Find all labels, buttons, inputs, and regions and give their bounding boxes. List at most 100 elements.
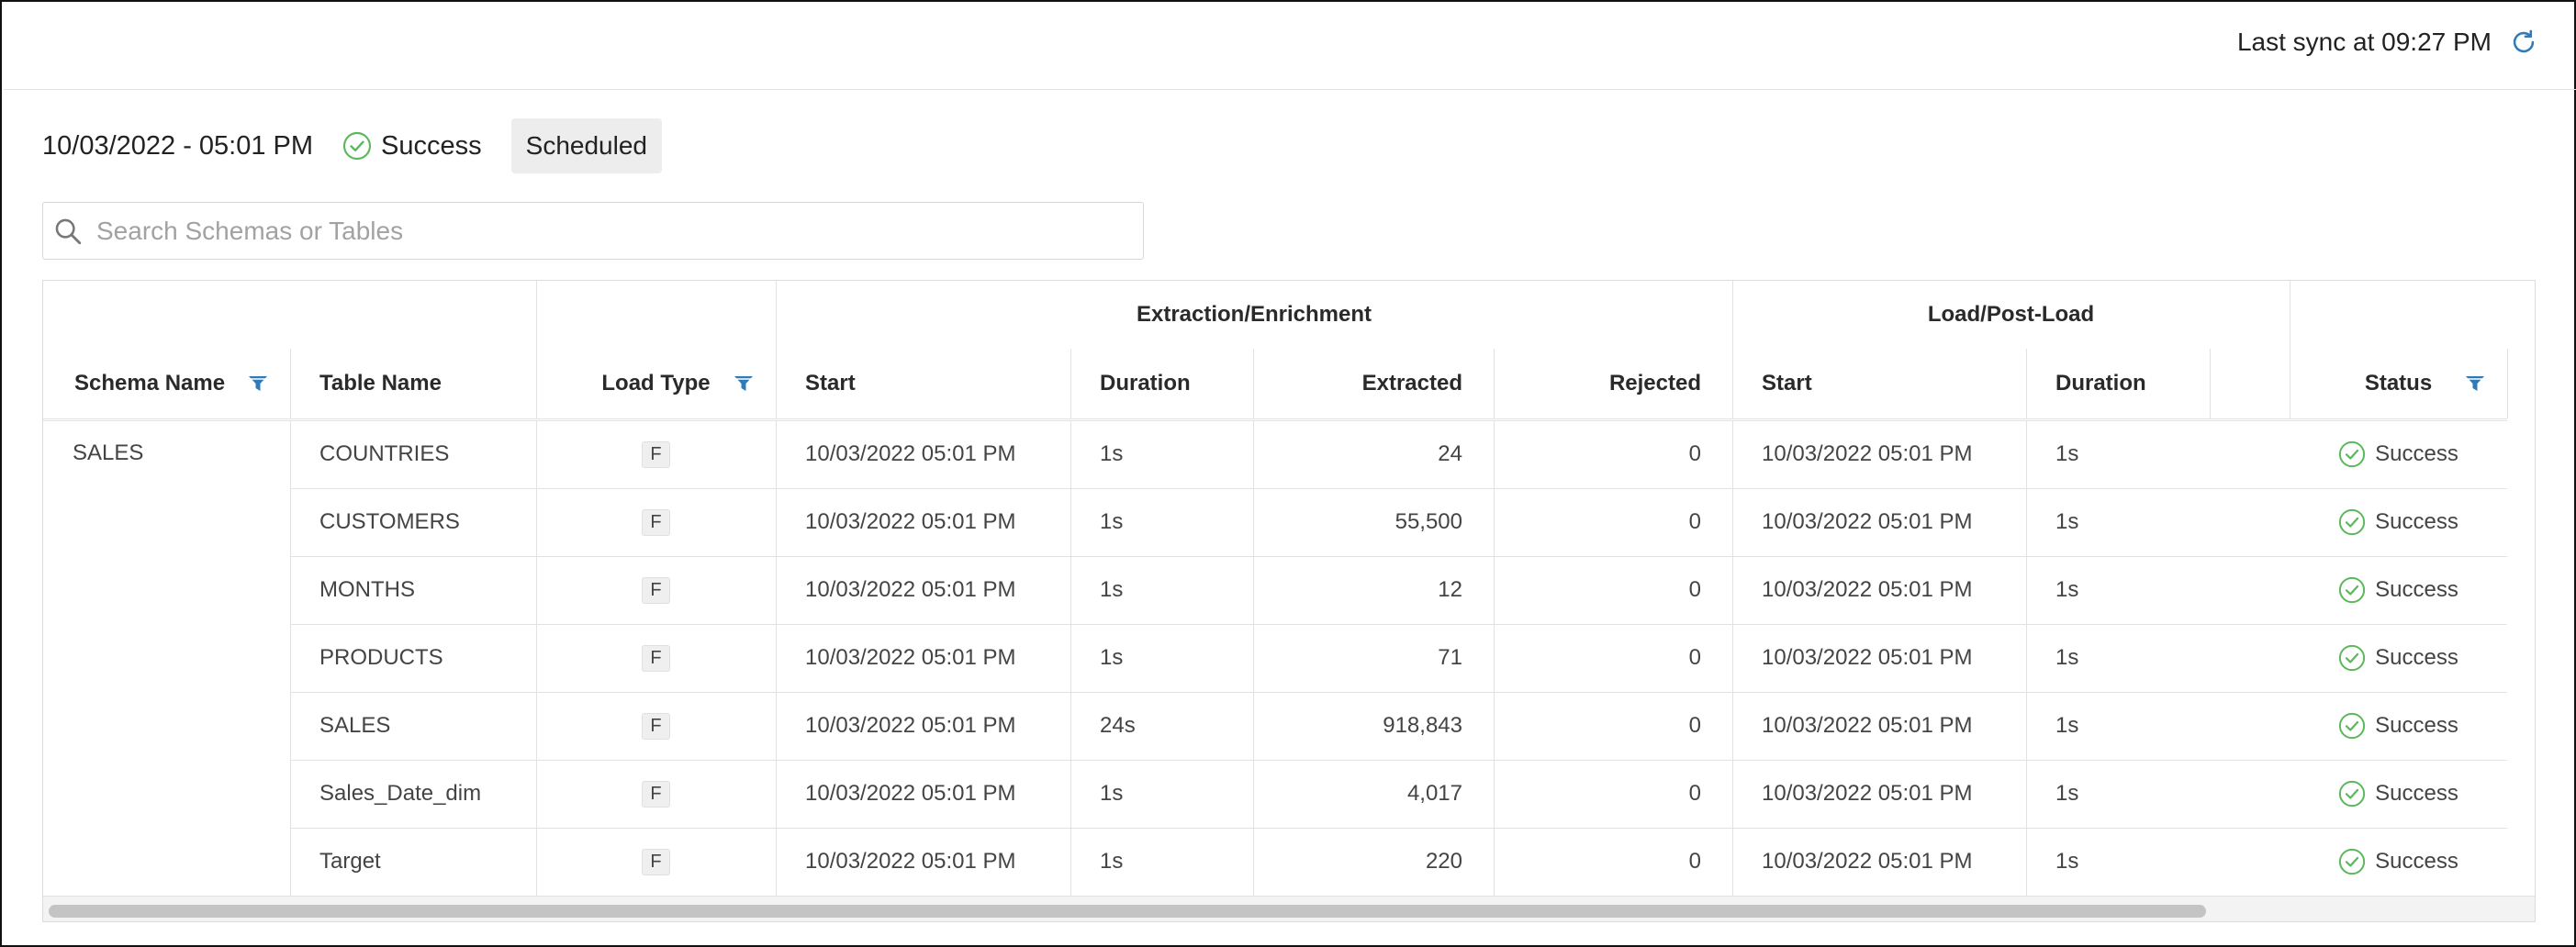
cell-load-duration: 1s bbox=[2026, 624, 2210, 692]
group-header-blank bbox=[2290, 281, 2507, 349]
cell-value: 0 bbox=[1688, 441, 1701, 466]
cell-table[interactable]: SALES bbox=[290, 692, 536, 760]
column-divider bbox=[290, 349, 291, 418]
group-header-extraction: Extraction/Enrichment bbox=[776, 281, 1732, 349]
column-divider bbox=[2210, 349, 2211, 418]
column-divider bbox=[536, 420, 537, 896]
cell-value: 10/03/2022 05:01 PM bbox=[1762, 509, 1973, 534]
cell-value: 0 bbox=[1688, 577, 1701, 602]
run-status: Success bbox=[342, 131, 482, 162]
cell-load-duration: 1s bbox=[2026, 556, 2210, 624]
column-divider bbox=[1494, 420, 1495, 896]
cell-ext-duration: 1s bbox=[1070, 420, 1253, 488]
cell-value: 1s bbox=[1100, 645, 1124, 670]
search-box[interactable] bbox=[42, 202, 1144, 260]
column-header-load-duration[interactable]: Duration bbox=[2026, 349, 2210, 418]
cell-value: 1s bbox=[1100, 577, 1124, 602]
cell-ext-duration: 1s bbox=[1070, 556, 1253, 624]
group-header-blank bbox=[536, 281, 776, 349]
column-header-ext-duration[interactable]: Duration bbox=[1070, 349, 1253, 418]
filter-icon[interactable] bbox=[248, 375, 268, 392]
cell-value: 1s bbox=[1100, 441, 1124, 466]
cell-value: 10/03/2022 05:01 PM bbox=[805, 713, 1016, 738]
cell-status: Success bbox=[2290, 760, 2507, 828]
cell-ext-start: 10/03/2022 05:01 PM bbox=[776, 828, 1070, 896]
cell-extracted: 220 bbox=[1253, 828, 1494, 896]
last-sync-text: Last sync at 09:27 PM bbox=[2236, 28, 2492, 56]
column-divider bbox=[2026, 420, 2027, 896]
cell-value: 1s bbox=[2055, 645, 2079, 670]
cell-ext-duration: 1s bbox=[1070, 828, 1253, 896]
cell-rejected: 0 bbox=[1494, 624, 1732, 692]
search-input[interactable] bbox=[96, 216, 1106, 246]
load-type-badge: F bbox=[642, 712, 670, 740]
status-label: Success bbox=[2375, 509, 2458, 534]
success-check-icon bbox=[2339, 576, 2366, 604]
cell-ext-duration: 24s bbox=[1070, 692, 1253, 760]
status-label: Success bbox=[2375, 849, 2458, 874]
cell-value: 10/03/2022 05:01 PM bbox=[805, 441, 1016, 466]
column-header-table[interactable]: Table Name bbox=[290, 349, 536, 418]
cell-table[interactable]: COUNTRIES bbox=[290, 420, 536, 488]
load-type-badge: F bbox=[642, 848, 670, 875]
filter-icon[interactable] bbox=[2465, 375, 2485, 392]
column-header-load-start[interactable]: Start bbox=[1732, 349, 2026, 418]
cell-value: 24 bbox=[1438, 441, 1462, 466]
last-sync: Last sync at 09:27 PM bbox=[2237, 24, 2539, 61]
status-label: Success bbox=[2375, 441, 2458, 466]
cell-load-type: F bbox=[536, 556, 776, 624]
scrollbar-thumb[interactable] bbox=[49, 905, 2206, 918]
cell-value: MONTHS bbox=[319, 577, 415, 602]
cell-value: Sales_Date_dim bbox=[319, 781, 482, 806]
column-header-schema[interactable]: Schema Name bbox=[43, 349, 290, 418]
cell-table[interactable]: MONTHS bbox=[290, 556, 536, 624]
cell-rejected: 0 bbox=[1494, 556, 1732, 624]
column-divider bbox=[776, 281, 777, 349]
cell-extracted: 71 bbox=[1253, 624, 1494, 692]
column-header-extracted[interactable]: Extracted bbox=[1253, 349, 1494, 418]
schema-name: SALES bbox=[73, 440, 144, 465]
run-status-label: Success bbox=[381, 130, 482, 161]
schema-cell: SALES bbox=[43, 420, 290, 896]
column-header-load-type[interactable]: Load Type bbox=[536, 349, 776, 418]
cell-ext-start: 10/03/2022 05:01 PM bbox=[776, 420, 1070, 488]
column-header-label: Rejected bbox=[1608, 371, 1701, 396]
cell-load-type: F bbox=[536, 760, 776, 828]
refresh-icon[interactable] bbox=[2508, 27, 2539, 58]
load-type-badge: F bbox=[642, 644, 670, 672]
column-divider bbox=[776, 420, 777, 896]
cell-table[interactable]: PRODUCTS bbox=[290, 624, 536, 692]
cell-rejected: 0 bbox=[1494, 692, 1732, 760]
horizontal-scrollbar[interactable] bbox=[43, 896, 2535, 921]
cell-value: Target bbox=[319, 849, 381, 874]
cell-status: Success bbox=[2290, 488, 2507, 556]
column-divider bbox=[1732, 281, 1733, 349]
cell-value: COUNTRIES bbox=[319, 441, 450, 466]
cell-value: 1s bbox=[2055, 713, 2079, 738]
cell-table[interactable]: CUSTOMERS bbox=[290, 488, 536, 556]
cell-ext-start: 10/03/2022 05:01 PM bbox=[776, 624, 1070, 692]
column-header-spacer bbox=[2210, 349, 2290, 418]
row-divider bbox=[43, 896, 2507, 897]
column-header-ext-start[interactable]: Start bbox=[776, 349, 1070, 418]
success-check-icon bbox=[2339, 712, 2366, 740]
cell-value: 4,017 bbox=[1406, 781, 1462, 806]
cell-status: Success bbox=[2290, 692, 2507, 760]
cell-load-duration: 1s bbox=[2026, 692, 2210, 760]
cell-value: 10/03/2022 05:01 PM bbox=[1762, 645, 1973, 670]
cell-load-type: F bbox=[536, 692, 776, 760]
cell-value: 220 bbox=[1425, 849, 1462, 874]
cell-load-duration: 1s bbox=[2026, 420, 2210, 488]
cell-table[interactable]: Sales_Date_dim bbox=[290, 760, 536, 828]
column-header-rejected[interactable]: Rejected bbox=[1494, 349, 1732, 418]
filter-icon[interactable] bbox=[734, 375, 754, 392]
cell-status: Success bbox=[2290, 556, 2507, 624]
column-header-label: Start bbox=[1762, 371, 1812, 396]
cell-table[interactable]: Target bbox=[290, 828, 536, 896]
cell-value: 71 bbox=[1438, 645, 1462, 670]
cell-value: 1s bbox=[2055, 441, 2079, 466]
cell-value: 1s bbox=[2055, 781, 2079, 806]
cell-value: 0 bbox=[1688, 849, 1701, 874]
column-header-status[interactable]: Status bbox=[2290, 349, 2507, 418]
column-divider bbox=[290, 420, 291, 896]
